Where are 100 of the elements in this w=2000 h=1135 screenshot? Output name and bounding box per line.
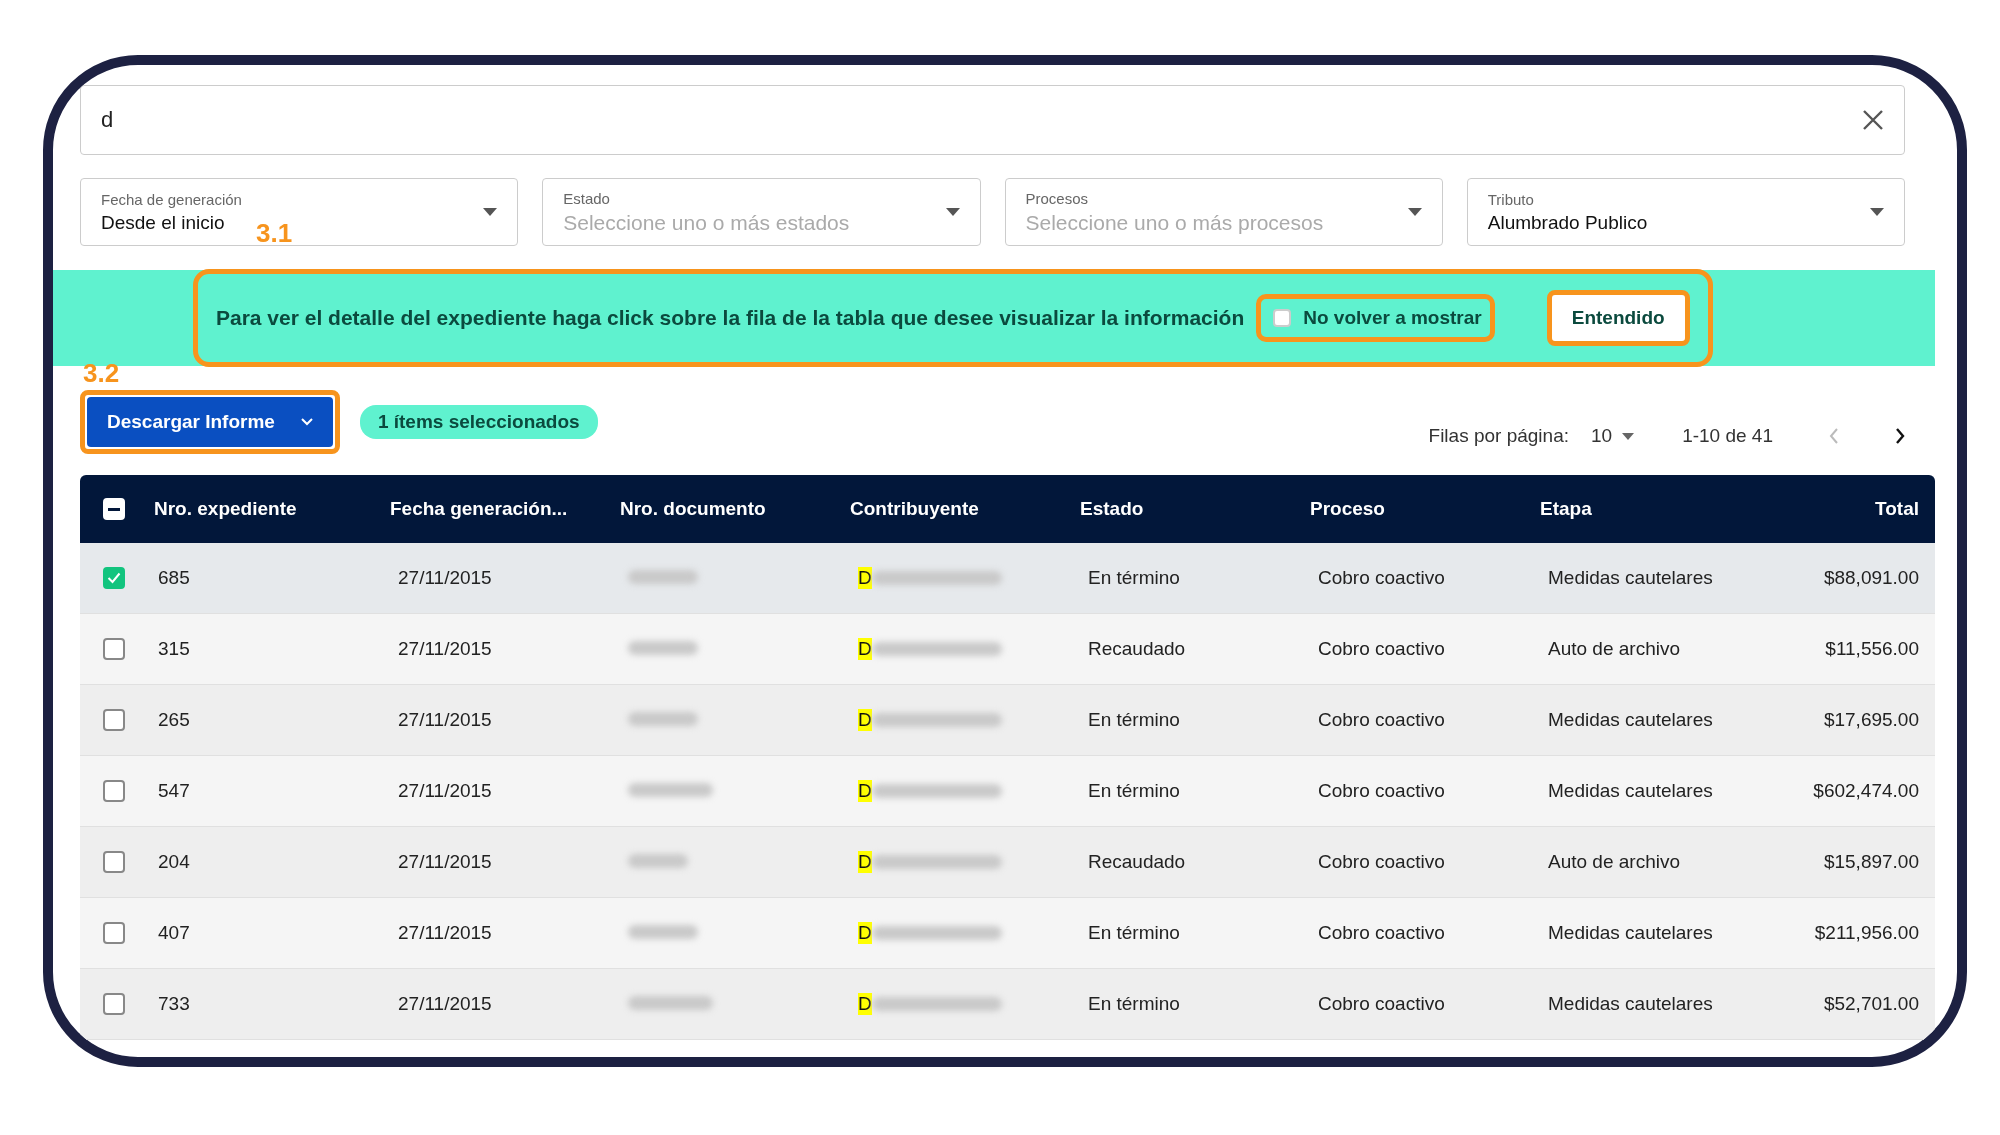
chevron-right-icon[interactable] (1895, 428, 1905, 444)
table-cell: 204 (158, 851, 190, 872)
table-cell: $211,956.00 (1814, 922, 1919, 943)
table-row[interactable]: 204 27/11/2015 D Recaudado Cobro coactivo Auto de archivo $15,897.00 (80, 827, 1935, 898)
caret-icon (945, 208, 960, 216)
table-cell: 27/11/2015 (398, 709, 492, 730)
column-header[interactable]: Nro. expediente (154, 498, 297, 519)
table-row[interactable]: 547 27/11/2015 D En término Cobro coactivo Medidas cautelares $602,474.00 (80, 756, 1935, 827)
highlighted-text: D (858, 922, 872, 944)
checkbox-label[interactable]: No volver a mostrar (1303, 307, 1482, 329)
blurred-text (628, 712, 698, 726)
dropdown-field[interactable]: Estado Seleccione uno o más estados (542, 178, 981, 246)
column-header[interactable]: Etapa (1540, 498, 1592, 519)
table-cell: En término (1088, 780, 1180, 801)
table-cell: En término (1088, 993, 1180, 1014)
table-cell: Recaudado (1088, 851, 1186, 872)
table-cell: En término (1088, 709, 1180, 730)
page-range: 1-10 de 41 (1682, 425, 1773, 447)
table-cell: 27/11/2015 (398, 851, 492, 872)
table-cell: $88,091.00 (1823, 567, 1919, 588)
highlighted-text: D (858, 993, 872, 1015)
table-cell: 315 (158, 638, 190, 659)
table-cell: Auto de archivo (1548, 638, 1681, 659)
column-header[interactable]: Estado (1080, 498, 1144, 519)
table-cell: Cobro coactivo (1318, 993, 1445, 1014)
checkmark-icon (107, 572, 121, 584)
table-cell: Medidas cautelares (1548, 922, 1713, 943)
highlighted-text: D (858, 851, 872, 873)
rows-per-page-label: Filas por página: (1428, 425, 1569, 447)
table-row[interactable]: 733 27/11/2015 D En término Cobro coactivo Medidas cautelares $52,701.00 (80, 969, 1935, 1040)
table-cell: $17,695.00 (1823, 709, 1919, 730)
annotation-label: 3.1 (256, 218, 293, 249)
rows-per-page-select[interactable]: 10 (1591, 425, 1613, 447)
table-cell: Medidas cautelares (1548, 567, 1713, 588)
table-cell: En término (1088, 567, 1180, 588)
blurred-text (628, 854, 688, 868)
table-cell: Cobro coactivo (1318, 709, 1445, 730)
search-field[interactable]: d (80, 85, 1905, 155)
table-cell: Cobro coactivo (1318, 922, 1445, 943)
annotation-label: 3.2 (83, 358, 120, 389)
table-cell: Recaudado (1088, 638, 1186, 659)
table-cell: Medidas cautelares (1548, 709, 1713, 730)
column-header[interactable]: Nro. documento (620, 498, 766, 519)
blurred-text (628, 641, 698, 655)
table-cell: En término (1088, 922, 1180, 943)
table-cell: $15,897.00 (1823, 851, 1919, 872)
caret-icon (483, 208, 498, 216)
caret-icon[interactable] (1622, 432, 1635, 440)
table-cell: Cobro coactivo (1318, 780, 1445, 801)
table-cell: 547 (158, 780, 190, 801)
checkbox[interactable] (1273, 309, 1292, 327)
dropdown-field[interactable]: Tributo Alumbrado Publico (1466, 178, 1905, 246)
table-cell: 27/11/2015 (398, 780, 492, 801)
column-header[interactable]: Total (1875, 498, 1919, 519)
highlighted-text: D (858, 567, 872, 589)
table-cell: Cobro coactivo (1318, 567, 1445, 588)
highlighted-text: D (858, 638, 872, 660)
banner-message: Para ver el detalle del expediente haga click sobre la fila de la tabla que desee visualizar la información (216, 306, 1245, 330)
table-cell: Medidas cautelares (1548, 780, 1713, 801)
checkbox[interactable] (103, 851, 125, 873)
table-cell: 733 (158, 993, 190, 1014)
table-cell: $11,556.00 (1825, 638, 1919, 659)
table-cell: $52,701.00 (1823, 993, 1919, 1014)
caret-icon (1870, 208, 1884, 216)
ok-button[interactable]: Entendido (1546, 290, 1690, 346)
blurred-text (628, 570, 698, 584)
table-cell: 27/11/2015 (398, 993, 492, 1014)
table-row[interactable]: 315 27/11/2015 D Recaudado Cobro coactivo Auto de archivo $11,556.00 (80, 614, 1935, 685)
table-cell: 407 (158, 922, 190, 943)
table-cell: Medidas cautelares (1548, 993, 1713, 1014)
table-cell: 27/11/2015 (398, 922, 492, 943)
table-cell: Auto de archivo (1548, 851, 1681, 872)
checkbox[interactable] (103, 780, 125, 802)
table-row[interactable]: 685 27/11/2015 D En término Cobro coactivo Medidas cautelares $88,091.00 (80, 543, 1935, 614)
table-cell: 265 (158, 709, 190, 730)
checkbox[interactable] (103, 709, 125, 731)
table-row[interactable]: 265 27/11/2015 D En término Cobro coactivo Medidas cautelares $17,695.00 (80, 685, 1935, 756)
column-header[interactable]: Contribuyente (850, 498, 979, 520)
table-cell: 27/11/2015 (398, 567, 492, 588)
column-header[interactable]: Fecha generación... (390, 498, 568, 519)
table-cell: 685 (158, 567, 190, 588)
table-cell: 27/11/2015 (398, 638, 492, 659)
checkbox[interactable] (103, 922, 125, 944)
checkbox[interactable] (103, 567, 125, 589)
chevron-down-icon (300, 418, 313, 426)
chevron-left-icon[interactable] (1829, 428, 1839, 444)
table-cell: $602,474.00 (1813, 780, 1919, 801)
selection-badge: 1 ítems seleccionados (359, 405, 598, 439)
checkbox[interactable] (103, 993, 125, 1015)
download-button[interactable]: Descargar Informe (87, 397, 333, 447)
table-cell: Cobro coactivo (1318, 851, 1445, 872)
close-icon[interactable] (1862, 109, 1884, 131)
checkbox[interactable] (103, 638, 125, 660)
highlighted-text: D (858, 780, 872, 802)
table-row[interactable]: 407 27/11/2015 D En término Cobro coactivo Medidas cautelares $211,956.00 (80, 898, 1935, 969)
caret-icon (1407, 208, 1422, 216)
dropdown-field[interactable]: Procesos Seleccione uno o más procesos (1004, 178, 1443, 246)
table-cell: Cobro coactivo (1318, 638, 1445, 659)
column-header[interactable]: Proceso (1310, 498, 1385, 519)
blurred-text (628, 925, 698, 939)
